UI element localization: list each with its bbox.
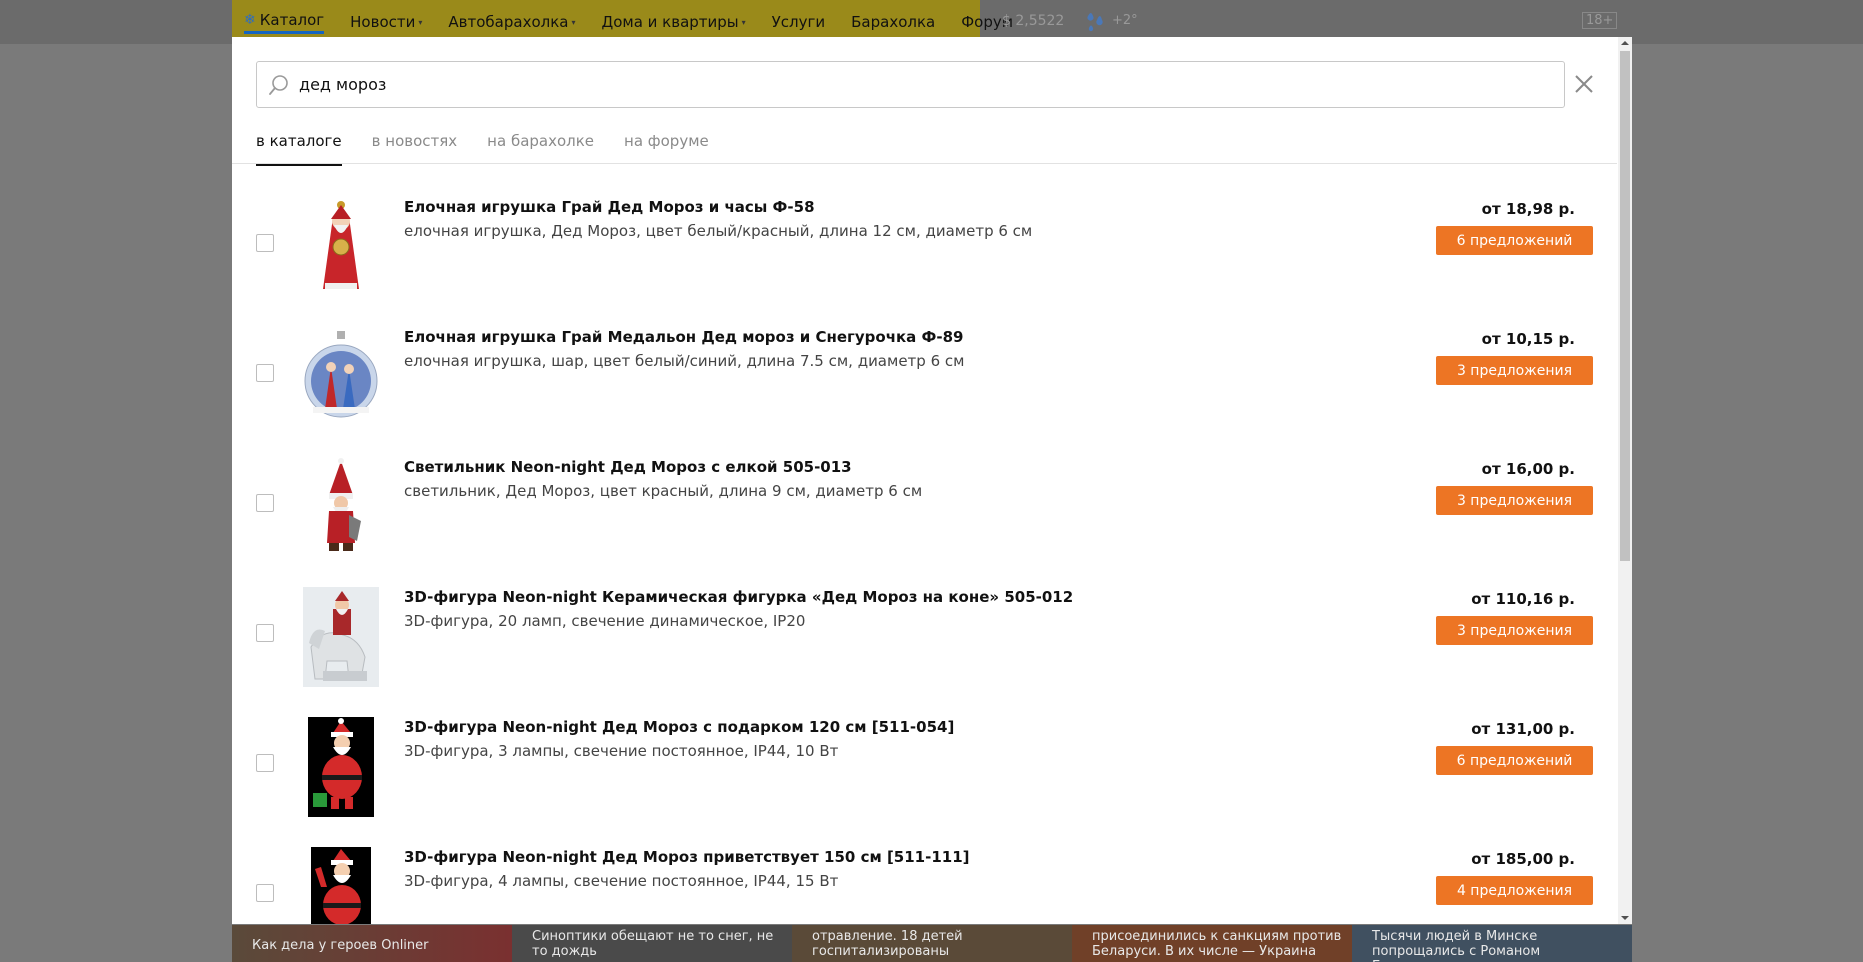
compare-checkbox[interactable] xyxy=(256,624,274,642)
search-modal: в каталоге в новостях на барахолке на фо… xyxy=(232,37,1632,924)
product-price[interactable]: от 10,15 р. xyxy=(1482,330,1575,348)
chevron-down-icon: ▾ xyxy=(418,17,423,27)
search-tabs: в каталоге в новостях на барахолке на фо… xyxy=(256,132,739,166)
nav-item-catalog[interactable]: ❄ Каталог xyxy=(244,10,325,34)
product-title[interactable]: 3D-фигура Neon-night Керамическая фигурк… xyxy=(404,588,1073,606)
news-item[interactable]: Как дела у героев Onliner xyxy=(232,925,512,962)
rain-icon xyxy=(1087,13,1103,32)
search-icon xyxy=(269,75,288,95)
scroll-down-icon[interactable] xyxy=(1618,912,1632,924)
offers-button[interactable]: 3 предложения xyxy=(1436,616,1593,645)
chevron-down-icon: ▾ xyxy=(741,17,746,27)
tab-baraholka[interactable]: на барахолке xyxy=(487,132,594,166)
product-title[interactable]: Светильник Neon-night Дед Мороз с елкой … xyxy=(404,458,852,476)
results-list: Елочная игрушка Грай Дед Мороз и часы Ф-… xyxy=(232,164,1617,924)
compare-checkbox[interactable] xyxy=(256,754,274,772)
close-icon[interactable] xyxy=(1573,73,1595,95)
news-title: отравление. 18 детей госпитализированы xyxy=(812,929,963,959)
list-item[interactable]: Елочная игрушка Грай Дед Мороз и часы Ф-… xyxy=(232,164,1617,294)
list-item[interactable]: 3D-фигура Neon-night Дед Мороз с подарко… xyxy=(232,684,1617,817)
product-image[interactable] xyxy=(303,457,379,557)
nav-item-auto[interactable]: Автобарахолка ▾ xyxy=(448,13,575,31)
product-description: 3D-фигура, 20 ламп, свечение динамическо… xyxy=(404,612,806,630)
product-price[interactable]: от 18,98 р. xyxy=(1482,200,1575,218)
currency-rate[interactable]: $ 2,5522 xyxy=(1002,13,1064,29)
snowflake-icon: ❄ xyxy=(244,11,256,28)
product-price[interactable]: от 16,00 р. xyxy=(1482,460,1575,478)
nav-item-label: Услуги xyxy=(771,13,826,31)
compare-checkbox[interactable] xyxy=(256,884,274,902)
offers-button[interactable]: 3 предложения xyxy=(1436,356,1593,385)
news-title: Как дела у героев Onliner xyxy=(252,938,429,953)
offers-button[interactable]: 6 предложений xyxy=(1436,746,1593,775)
news-strip: Как дела у героев Onliner Синоптики обещ… xyxy=(232,925,1632,962)
list-item[interactable]: 3D-фигура Neon-night Дед Мороз приветств… xyxy=(232,814,1617,924)
product-image[interactable] xyxy=(303,327,379,427)
tab-forum[interactable]: на форуме xyxy=(624,132,709,166)
product-image[interactable] xyxy=(303,717,379,817)
product-title[interactable]: Елочная игрушка Грай Дед Мороз и часы Ф-… xyxy=(404,198,815,216)
scrollbar[interactable] xyxy=(1618,37,1632,924)
product-description: 3D-фигура, 4 лампы, свечение постоянное,… xyxy=(404,872,839,890)
news-item[interactable]: Синоптики обещают не то снег, не то дожд… xyxy=(512,925,792,962)
list-item[interactable]: Елочная игрушка Грай Медальон Дед мороз … xyxy=(232,294,1617,424)
nav-item-label: Барахолка xyxy=(851,13,936,31)
news-item[interactable]: присоединились к санкциям против Беларус… xyxy=(1072,925,1352,962)
nav-item-label: Автобарахолка xyxy=(448,13,569,31)
product-title[interactable]: 3D-фигура Neon-night Дед Мороз с подарко… xyxy=(404,718,954,736)
compare-checkbox[interactable] xyxy=(256,364,274,382)
age-badge: 18+ xyxy=(1582,12,1618,29)
news-item[interactable]: отравление. 18 детей госпитализированы xyxy=(792,925,1072,962)
product-image[interactable] xyxy=(303,847,379,924)
product-title[interactable]: 3D-фигура Neon-night Дед Мороз приветств… xyxy=(404,848,970,866)
nav-item-label: Новости xyxy=(350,13,416,31)
product-description: елочная игрушка, шар, цвет белый/синий, … xyxy=(404,352,965,370)
compare-checkbox[interactable] xyxy=(256,234,274,252)
list-item[interactable]: 3D-фигура Neon-night Керамическая фигурк… xyxy=(232,554,1617,687)
nav-item-realty[interactable]: Дома и квартиры ▾ xyxy=(601,13,745,31)
news-title: Тысячи людей в Минске попрощались с Рома… xyxy=(1372,929,1541,962)
compare-checkbox[interactable] xyxy=(256,494,274,512)
offers-button[interactable]: 4 предложения xyxy=(1436,876,1593,905)
tab-catalog[interactable]: в каталоге xyxy=(256,132,342,166)
list-item[interactable]: Светильник Neon-night Дед Мороз с елкой … xyxy=(232,424,1617,554)
news-title: Синоптики обещают не то снег, не то дожд… xyxy=(532,929,774,959)
scroll-up-icon[interactable] xyxy=(1618,37,1632,49)
offers-button[interactable]: 3 предложения xyxy=(1436,486,1593,515)
product-description: светильник, Дед Мороз, цвет красный, дли… xyxy=(404,482,923,500)
product-price[interactable]: от 185,00 р. xyxy=(1471,850,1575,868)
nav-item-services[interactable]: Услуги xyxy=(772,13,825,31)
nav-item-baraholka[interactable]: Барахолка xyxy=(851,13,935,31)
scrollbar-thumb[interactable] xyxy=(1620,51,1630,561)
product-image[interactable] xyxy=(303,197,379,297)
search-input[interactable] xyxy=(299,62,1549,107)
tab-news[interactable]: в новостях xyxy=(372,132,458,166)
nav-item-label: Каталог xyxy=(259,10,325,29)
product-price[interactable]: от 131,00 р. xyxy=(1471,720,1575,738)
product-price[interactable]: от 110,16 р. xyxy=(1471,590,1575,608)
product-description: 3D-фигура, 3 лампы, свечение постоянное,… xyxy=(404,742,839,760)
temperature[interactable]: +2° xyxy=(1112,13,1138,28)
product-image[interactable] xyxy=(303,587,379,687)
news-title: присоединились к санкциям против Беларус… xyxy=(1092,929,1342,959)
search-box[interactable] xyxy=(256,61,1565,108)
nav-item-label: Дома и квартиры xyxy=(601,13,739,31)
product-title[interactable]: Елочная игрушка Грай Медальон Дед мороз … xyxy=(404,328,964,346)
product-description: елочная игрушка, Дед Мороз, цвет белый/к… xyxy=(404,222,1033,240)
chevron-down-icon: ▾ xyxy=(571,17,576,27)
news-item[interactable]: Тысячи людей в Минске попрощались с Рома… xyxy=(1352,925,1632,962)
nav-item-news[interactable]: Новости ▾ xyxy=(350,13,422,31)
offers-button[interactable]: 6 предложений xyxy=(1436,226,1593,255)
